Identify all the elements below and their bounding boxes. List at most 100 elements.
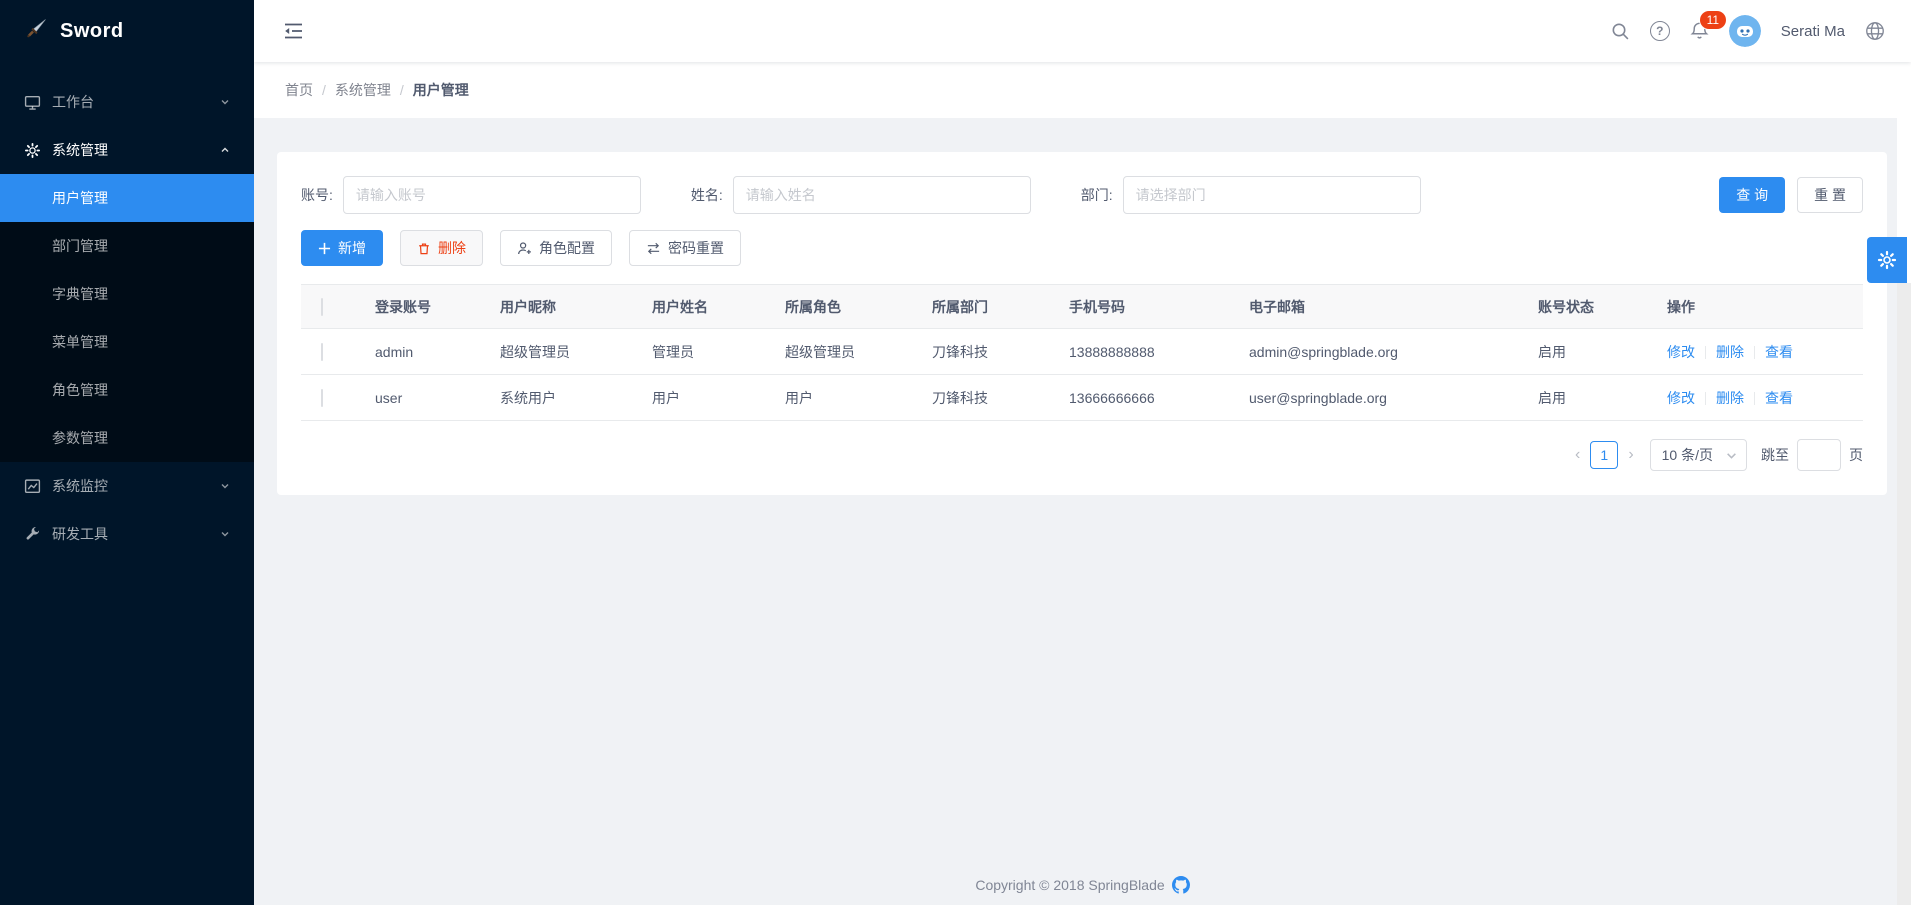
col-status: 账号状态: [1520, 285, 1649, 329]
notifications-bell-icon[interactable]: 11: [1690, 21, 1709, 41]
sidebar-item-system-monitor[interactable]: 系统监控: [0, 462, 254, 510]
table-row: user 系统用户 用户 用户 刀锋科技 13666666666 user@sp…: [301, 375, 1863, 421]
chevron-down-icon: [220, 529, 230, 539]
wrench-icon: [24, 526, 42, 543]
plus-icon: [318, 242, 331, 255]
jump-page-input[interactable]: [1797, 439, 1841, 471]
help-icon[interactable]: ?: [1650, 21, 1670, 41]
avatar[interactable]: [1729, 15, 1761, 47]
add-button[interactable]: 新增: [301, 230, 383, 266]
breadcrumb-section[interactable]: 系统管理: [335, 80, 391, 100]
breadcrumb-separator: /: [400, 82, 404, 98]
settings-drawer-button[interactable]: [1867, 237, 1907, 283]
cell-email: admin@springblade.org: [1231, 329, 1520, 375]
sidebar-item-dict-management[interactable]: 字典管理: [0, 270, 254, 318]
edit-link[interactable]: 修改: [1667, 390, 1695, 406]
user-name[interactable]: Serati Ma: [1781, 23, 1845, 40]
app-screen: Sword 工作台: [0, 0, 1911, 905]
row-checkbox[interactable]: [321, 343, 323, 361]
menu-fold-icon[interactable]: [284, 23, 303, 39]
cell-email: user@springblade.org: [1231, 375, 1520, 421]
col-role: 所属角色: [767, 285, 914, 329]
copyright-text: Copyright © 2018 SpringBlade: [975, 877, 1164, 893]
role-config-button[interactable]: 角色配置: [500, 230, 612, 266]
cell-role: 超级管理员: [767, 329, 914, 375]
sidebar-item-workbench[interactable]: 工作台: [0, 78, 254, 126]
breadcrumb: 首页 / 系统管理 / 用户管理: [254, 62, 1911, 118]
name-input[interactable]: [733, 176, 1031, 214]
edit-link[interactable]: 修改: [1667, 344, 1695, 360]
chevron-up-icon: [220, 145, 230, 155]
user-plus-icon: [517, 241, 532, 256]
account-input[interactable]: [343, 176, 641, 214]
sidebar-item-menu-management[interactable]: 菜单管理: [0, 318, 254, 366]
cell-status: 启用: [1520, 375, 1649, 421]
scrollbar-track[interactable]: [1897, 283, 1911, 905]
delete-button[interactable]: 删除: [400, 230, 483, 266]
delete-link[interactable]: 删除: [1716, 344, 1744, 360]
github-icon[interactable]: [1172, 876, 1190, 894]
cell-dept: 刀锋科技: [914, 329, 1051, 375]
language-globe-icon[interactable]: [1865, 21, 1885, 41]
sidebar-item-user-management[interactable]: 用户管理: [0, 174, 254, 222]
breadcrumb-current: 用户管理: [413, 80, 469, 100]
cell-actions: 修改 删除 查看: [1649, 375, 1863, 421]
chevron-down-icon: [220, 97, 230, 107]
top-header: ? 11 Serati Ma: [254, 0, 1911, 62]
password-reset-button[interactable]: 密码重置: [629, 230, 741, 266]
filter-row: 账号: 姓名: 部门: 查 询 重 置: [301, 176, 1863, 214]
gear-icon: [24, 142, 42, 159]
view-link[interactable]: 查看: [1765, 390, 1793, 406]
sidebar-item-dev-tools[interactable]: 研发工具: [0, 510, 254, 558]
select-all-checkbox[interactable]: [321, 298, 323, 316]
user-management-panel: 账号: 姓名: 部门: 查 询 重 置 新增: [277, 152, 1887, 495]
filter-account: 账号:: [301, 176, 641, 214]
gear-icon: [1877, 250, 1897, 270]
sidebar-item-param-management[interactable]: 参数管理: [0, 414, 254, 462]
search-icon[interactable]: [1611, 22, 1630, 41]
header-actions: ? 11 Serati Ma: [1611, 15, 1885, 47]
filter-actions: 查 询 重 置: [1719, 177, 1863, 213]
next-page-icon[interactable]: ›: [1622, 446, 1639, 464]
users-table: 登录账号 用户昵称 用户姓名 所属角色 所属部门 手机号码 电子邮箱 账号状态 …: [301, 284, 1863, 421]
page-number[interactable]: 1: [1590, 441, 1618, 469]
name-label: 姓名:: [691, 185, 723, 205]
swap-icon: [646, 241, 661, 256]
account-label: 账号:: [301, 185, 333, 205]
pagination: ‹ 1 › 10 条/页 跳至 页: [301, 439, 1863, 471]
delete-link[interactable]: 删除: [1716, 390, 1744, 406]
table-row: admin 超级管理员 管理员 超级管理员 刀锋科技 13888888888 a…: [301, 329, 1863, 375]
notification-badge: 11: [1700, 11, 1726, 29]
divider: [1705, 392, 1706, 405]
cell-dept: 刀锋科技: [914, 375, 1051, 421]
reset-button[interactable]: 重 置: [1797, 177, 1863, 213]
sidebar-item-dept-management[interactable]: 部门管理: [0, 222, 254, 270]
sidebar-submenu-system: 用户管理 部门管理 字典管理 菜单管理 角色管理 参数管理: [0, 174, 254, 462]
sidebar-item-system-management[interactable]: 系统管理: [0, 126, 254, 174]
table-header-row: 登录账号 用户昵称 用户姓名 所属角色 所属部门 手机号码 电子邮箱 账号状态 …: [301, 285, 1863, 329]
chart-icon: [24, 478, 42, 495]
page-size-select[interactable]: 10 条/页: [1650, 439, 1747, 471]
jump-label: 跳至: [1761, 445, 1789, 465]
app-logo[interactable]: Sword: [0, 0, 254, 62]
page-unit-label: 页: [1849, 445, 1863, 465]
cell-role: 用户: [767, 375, 914, 421]
sidebar-item-label: 系统监控: [52, 476, 220, 496]
department-select[interactable]: [1123, 176, 1421, 214]
trash-icon: [417, 241, 431, 256]
col-nickname: 用户昵称: [482, 285, 634, 329]
toolbar: 新增 删除 角色配置: [301, 230, 1863, 266]
breadcrumb-separator: /: [322, 82, 326, 98]
sword-icon: [24, 17, 48, 46]
row-checkbox[interactable]: [321, 389, 323, 407]
prev-page-icon[interactable]: ‹: [1569, 446, 1586, 464]
col-phone: 手机号码: [1051, 285, 1231, 329]
view-link[interactable]: 查看: [1765, 344, 1793, 360]
search-button[interactable]: 查 询: [1719, 177, 1785, 213]
cell-nickname: 超级管理员: [482, 329, 634, 375]
sidebar-item-role-management[interactable]: 角色管理: [0, 366, 254, 414]
breadcrumb-home[interactable]: 首页: [285, 80, 313, 100]
sidebar-item-label: 研发工具: [52, 524, 220, 544]
cell-phone: 13666666666: [1051, 375, 1231, 421]
cell-name: 用户: [634, 375, 767, 421]
